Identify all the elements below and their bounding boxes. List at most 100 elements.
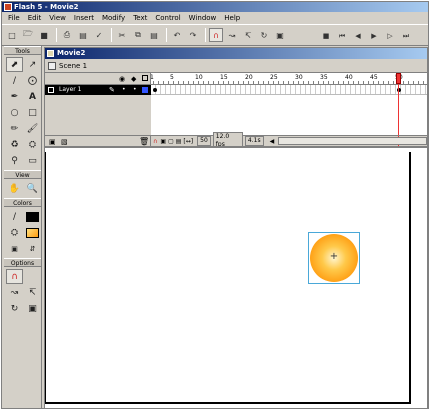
text-tool-icon[interactable]: A xyxy=(24,89,41,104)
ruler-label: 10 xyxy=(195,74,203,81)
go-to-end-icon[interactable]: ⏭ xyxy=(399,29,413,43)
timeline-ruler[interactable]: 15101520253035404550 xyxy=(151,73,427,85)
ruler-tick xyxy=(198,81,199,84)
menu-modify[interactable]: Modify xyxy=(98,12,129,24)
ruler-tick xyxy=(153,81,154,84)
outline-icon[interactable] xyxy=(142,75,148,81)
timeline-scroll-left-icon[interactable]: ◀ xyxy=(270,138,275,145)
pen-tool-icon[interactable]: ✒ xyxy=(6,89,23,104)
paste-icon[interactable]: ▤ xyxy=(147,28,161,42)
oval-tool-icon[interactable]: ○ xyxy=(6,105,23,120)
dropper-tool-icon[interactable]: ⚲ xyxy=(6,153,23,168)
step-forward-icon[interactable]: ▷ xyxy=(383,29,397,43)
play-icon[interactable]: ▶ xyxy=(367,29,381,43)
undo-icon[interactable]: ↶ xyxy=(170,28,184,42)
scene-name[interactable]: Scene 1 xyxy=(59,62,87,70)
lock-icon[interactable]: ◆ xyxy=(131,75,136,83)
ruler-tick xyxy=(163,81,164,84)
delete-layer-icon[interactable]: 🗑 xyxy=(139,137,149,146)
snap-magnet-icon[interactable]: ∩ xyxy=(6,269,23,284)
registration-point-icon: + xyxy=(329,251,339,262)
ruler-tick xyxy=(393,81,394,84)
step-back-icon[interactable]: ◀ xyxy=(351,29,365,43)
zoom-tool-icon[interactable]: 🔍 xyxy=(24,181,41,196)
ruler-tick xyxy=(168,81,169,84)
ruler-tick xyxy=(178,81,179,84)
new-icon[interactable]: □ xyxy=(5,28,19,42)
subselect-tool-icon[interactable]: ↗ xyxy=(24,57,41,72)
scene-icon xyxy=(48,62,56,70)
eye-icon[interactable]: ◉ xyxy=(119,75,125,83)
ruler-tick xyxy=(408,81,409,84)
ruler-tick xyxy=(253,81,254,84)
modify-markers-icon[interactable]: [↔] xyxy=(183,138,193,145)
ink-bottle-icon[interactable]: ♻ xyxy=(6,137,23,152)
redo-icon[interactable]: ↷ xyxy=(186,28,200,42)
ruler-tick xyxy=(263,81,264,84)
eraser-tool-icon[interactable]: ▭ xyxy=(24,153,41,168)
menu-text[interactable]: Text xyxy=(129,12,151,24)
rectangle-tool-icon[interactable]: □ xyxy=(24,105,41,120)
cut-icon[interactable]: ✂ xyxy=(115,28,129,42)
rotate-icon[interactable]: ↻ xyxy=(257,28,271,42)
center-frame-icon[interactable]: ∩ xyxy=(153,138,157,145)
pencil-tool-icon[interactable]: ✏ xyxy=(6,121,23,136)
menu-view[interactable]: View xyxy=(45,12,70,24)
ruler-label: 40 xyxy=(345,74,353,81)
menu-edit[interactable]: Edit xyxy=(24,12,46,24)
default-colors-icon[interactable]: ▣ xyxy=(6,241,23,256)
timeline-scrollbar[interactable] xyxy=(278,137,427,145)
open-icon[interactable]: 🗁 xyxy=(21,28,35,42)
fill-color-swatch[interactable] xyxy=(24,225,41,240)
print-preview-icon[interactable]: ▤ xyxy=(76,28,90,42)
stop-icon[interactable]: ■ xyxy=(319,29,333,43)
straighten-icon[interactable]: ↸ xyxy=(241,28,255,42)
layer-row[interactable]: Layer 1 ✎ • • xyxy=(45,85,151,95)
view-grid: ✋ 🔍 xyxy=(4,179,41,198)
hand-tool-icon[interactable]: ✋ xyxy=(6,181,23,196)
option-smooth-icon[interactable]: ↝ xyxy=(6,285,23,300)
option-rotate-icon[interactable]: ↻ xyxy=(6,301,23,316)
copy-icon[interactable]: ⧉ xyxy=(131,28,145,42)
option-scale-icon[interactable]: ▣ xyxy=(24,301,41,316)
swap-colors-icon[interactable]: ⇵ xyxy=(24,241,41,256)
rewind-icon[interactable]: ⏮ xyxy=(335,29,349,43)
stroke-color-swatch[interactable] xyxy=(24,209,41,224)
onion-outline-icon[interactable]: ▢ xyxy=(168,138,174,145)
print-icon[interactable]: ⎙ xyxy=(60,28,74,42)
smooth-icon[interactable]: ↝ xyxy=(225,28,239,42)
scale-icon[interactable]: ▣ xyxy=(273,28,287,42)
playhead-handle[interactable] xyxy=(396,73,401,84)
menu-control[interactable]: Control xyxy=(151,12,184,24)
selected-circle[interactable]: + xyxy=(308,232,360,284)
layer-lock-dot[interactable]: • xyxy=(133,85,137,95)
ruler-label: 45 xyxy=(370,74,378,81)
ruler-tick xyxy=(193,81,194,84)
spell-icon[interactable]: ✓ xyxy=(92,28,106,42)
fill-color-icon: ⛭ xyxy=(10,227,19,238)
frames-area[interactable] xyxy=(151,85,427,135)
onion-skin-icon[interactable]: ▣ xyxy=(160,138,166,145)
menu-window[interactable]: Window xyxy=(185,12,221,24)
layer-visible-dot[interactable]: • xyxy=(122,85,126,95)
add-layer-icon[interactable]: ▣ xyxy=(49,138,56,146)
brush-tool-icon[interactable]: 🖌 xyxy=(24,121,41,136)
menu-help[interactable]: Help xyxy=(220,12,244,24)
line-tool-icon[interactable]: ∕ xyxy=(6,73,23,88)
layer-outline-swatch[interactable] xyxy=(142,87,148,93)
option-straighten-icon[interactable]: ↸ xyxy=(24,285,41,300)
menu-file[interactable]: File xyxy=(4,12,24,24)
start-keyframe[interactable] xyxy=(153,88,157,92)
timeline-status-bar: ∩ ▣ ▢ ▤ [↔] 50 12.0 fps 4.1s ◀ xyxy=(151,132,427,150)
ruler-tick xyxy=(353,81,354,84)
lasso-tool-icon[interactable]: ⨀ xyxy=(24,73,41,88)
stage[interactable]: + xyxy=(45,152,411,404)
ruler-label: 1 xyxy=(151,74,154,81)
magnet-icon[interactable]: ∩ xyxy=(209,28,223,42)
edit-multiple-icon[interactable]: ▤ xyxy=(176,138,182,145)
add-guide-icon[interactable]: ▧ xyxy=(61,138,68,146)
arrow-tool-icon[interactable]: ⬈ xyxy=(6,57,23,72)
paint-bucket-icon[interactable]: ⛭ xyxy=(24,137,41,152)
menu-insert[interactable]: Insert xyxy=(70,12,98,24)
save-icon[interactable]: ■ xyxy=(37,28,51,42)
